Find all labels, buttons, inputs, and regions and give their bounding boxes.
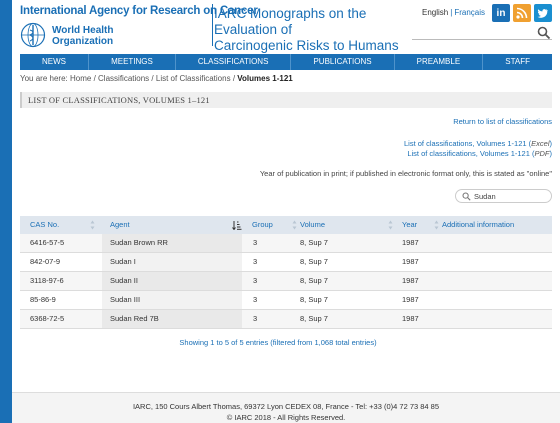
breadcrumb-separator: / (232, 74, 236, 83)
left-edge-stripe (0, 0, 12, 423)
nav-classifications[interactable]: CLASSIFICATIONS (176, 54, 292, 70)
excel-link-text: List of classifications, Volumes 1-121 (404, 139, 527, 148)
monographs-title[interactable]: IARC Monographs on the Evaluation of Car… (214, 6, 414, 54)
cell-volume: 8, Sup 7 (300, 257, 328, 266)
cell-volume: 8, Sup 7 (300, 314, 328, 323)
cell-agent: Sudan Brown RR (110, 238, 168, 247)
table-row: 3118-97-6 Sudan II 3 8, Sup 7 1987 (20, 272, 552, 291)
cell-cas: 85-86-9 (30, 295, 56, 304)
main-nav: NEWS MEETINGS CLASSIFICATIONS PUBLICATIO… (20, 54, 552, 70)
column-header-cas[interactable]: CAS No. (30, 216, 59, 234)
footer-address: IARC, 150 Cours Albert Thomas, 69372 Lyo… (132, 402, 440, 411)
cell-group: 3 (253, 314, 258, 323)
breadcrumb-separator: / (93, 74, 96, 83)
breadcrumb-list[interactable]: List of Classifications (156, 74, 231, 83)
monographs-title-line-2: Carcinogenic Risks to Humans (214, 38, 399, 53)
cell-volume: 8, Sup 7 (300, 295, 328, 304)
who-line-2: Organization (52, 36, 114, 47)
section-header: LIST OF CLASSIFICATIONS, VOLUMES 1–121 (20, 92, 552, 108)
breadcrumb-prefix: You are here: (20, 74, 68, 83)
page: International Agency for Research on Can… (12, 0, 560, 423)
footer-copyright: © IARC 2018 - All Rights Reserved. (226, 413, 346, 422)
cell-volume: 8, Sup 7 (300, 276, 328, 285)
publication-note: Year of publication in print; if publish… (259, 169, 552, 178)
lang-english[interactable]: English (422, 8, 448, 17)
sort-both-icon (388, 220, 393, 230)
pdf-format-label: PDF (534, 149, 550, 158)
cell-agent: Sudan II (110, 276, 138, 285)
sort-both-icon (434, 220, 439, 230)
page-title: LIST OF CLASSIFICATIONS, VOLUMES 1–121 (28, 95, 210, 105)
cell-cas: 6416-57-5 (30, 238, 65, 247)
table-summary: Showing 1 to 5 of 5 entries (filtered fr… (179, 338, 377, 347)
who-logo-icon[interactable] (20, 22, 46, 48)
classifications-table: CAS No. Agent Group Volume Year Addition… (20, 216, 552, 329)
lang-separator: | (450, 8, 453, 17)
cell-year: 1987 (402, 295, 419, 304)
cell-agent: Sudan Red 7B (110, 314, 159, 323)
cell-group: 3 (253, 295, 258, 304)
table-row: 842-07-9 Sudan I 3 8, Sup 7 1987 (20, 253, 552, 272)
nav-preamble[interactable]: PREAMBLE (395, 54, 484, 70)
cell-year: 1987 (402, 238, 419, 247)
pdf-link-text: List of classifications, Volumes 1-121 (407, 149, 530, 158)
sort-both-icon (292, 220, 297, 230)
nav-publications[interactable]: PUBLICATIONS (291, 54, 395, 70)
cell-cas: 3118-97-6 (30, 276, 64, 285)
sort-both-icon (90, 220, 95, 230)
breadcrumb-current: Volumes 1-121 (237, 74, 293, 83)
breadcrumb-home[interactable]: Home (70, 74, 91, 83)
monographs-title-line-1: IARC Monographs on the Evaluation of (214, 6, 367, 37)
column-header-year[interactable]: Year (402, 216, 417, 234)
who-name[interactable]: World Health Organization (52, 25, 113, 47)
return-link[interactable]: Return to list of classifications (453, 117, 552, 126)
lang-french[interactable]: Français (454, 8, 485, 17)
cell-group: 3 (253, 276, 258, 285)
search-icon (462, 192, 471, 201)
table-filter-input[interactable] (474, 191, 546, 202)
column-header-group[interactable]: Group (252, 216, 273, 234)
table-row: 6416-57-5 Sudan Brown RR 3 8, Sup 7 1987 (20, 234, 552, 253)
column-header-additional-info[interactable]: Additional information (442, 216, 514, 234)
search-icon[interactable] (537, 26, 551, 40)
breadcrumb: You are here: Home / Classifications / L… (20, 74, 293, 83)
language-switcher: English | Français (422, 8, 485, 17)
nav-meetings[interactable]: MEETINGS (89, 54, 176, 70)
cell-cas: 842-07-9 (30, 257, 61, 266)
cell-group: 3 (253, 238, 258, 247)
sort-ascending-icon (232, 221, 242, 230)
cell-year: 1987 (402, 276, 419, 285)
rss-icon[interactable] (513, 4, 531, 22)
cell-year: 1987 (402, 257, 419, 266)
cell-volume: 8, Sup 7 (300, 238, 328, 247)
table-row: 85-86-9 Sudan III 3 8, Sup 7 1987 (20, 291, 552, 310)
excel-download-link[interactable]: List of classifications, Volumes 1-121 (… (404, 139, 552, 148)
nav-news[interactable]: NEWS (20, 54, 90, 70)
who-line-1: World Health (52, 25, 114, 36)
column-header-volume[interactable]: Volume (300, 216, 325, 234)
pdf-download-link[interactable]: List of classifications, Volumes 1-121 (… (407, 149, 552, 158)
table-header-row: CAS No. Agent Group Volume Year Addition… (20, 216, 552, 234)
cell-agent: Sudan I (110, 257, 136, 266)
excel-format-label: Excel (531, 139, 550, 148)
site-header: International Agency for Research on Can… (12, 0, 560, 54)
cell-group: 3 (253, 257, 258, 266)
cell-agent: Sudan III (110, 295, 141, 304)
site-search-input[interactable] (412, 26, 552, 40)
cell-year: 1987 (402, 314, 419, 323)
twitter-icon[interactable] (534, 4, 552, 22)
table-filter[interactable] (455, 189, 552, 203)
header-divider (212, 4, 213, 46)
linkedin-icon[interactable]: in (492, 4, 510, 22)
cell-cas: 6368-72-5 (30, 314, 65, 323)
nav-staff[interactable]: STAFF (483, 54, 552, 70)
column-header-agent[interactable]: Agent (110, 216, 130, 234)
breadcrumb-separator: / (151, 74, 154, 83)
table-row: 6368-72-5 Sudan Red 7B 3 8, Sup 7 1987 (20, 310, 552, 329)
site-footer: IARC, 150 Cours Albert Thomas, 69372 Lyo… (12, 392, 560, 423)
breadcrumb-classifications[interactable]: Classifications (98, 74, 149, 83)
